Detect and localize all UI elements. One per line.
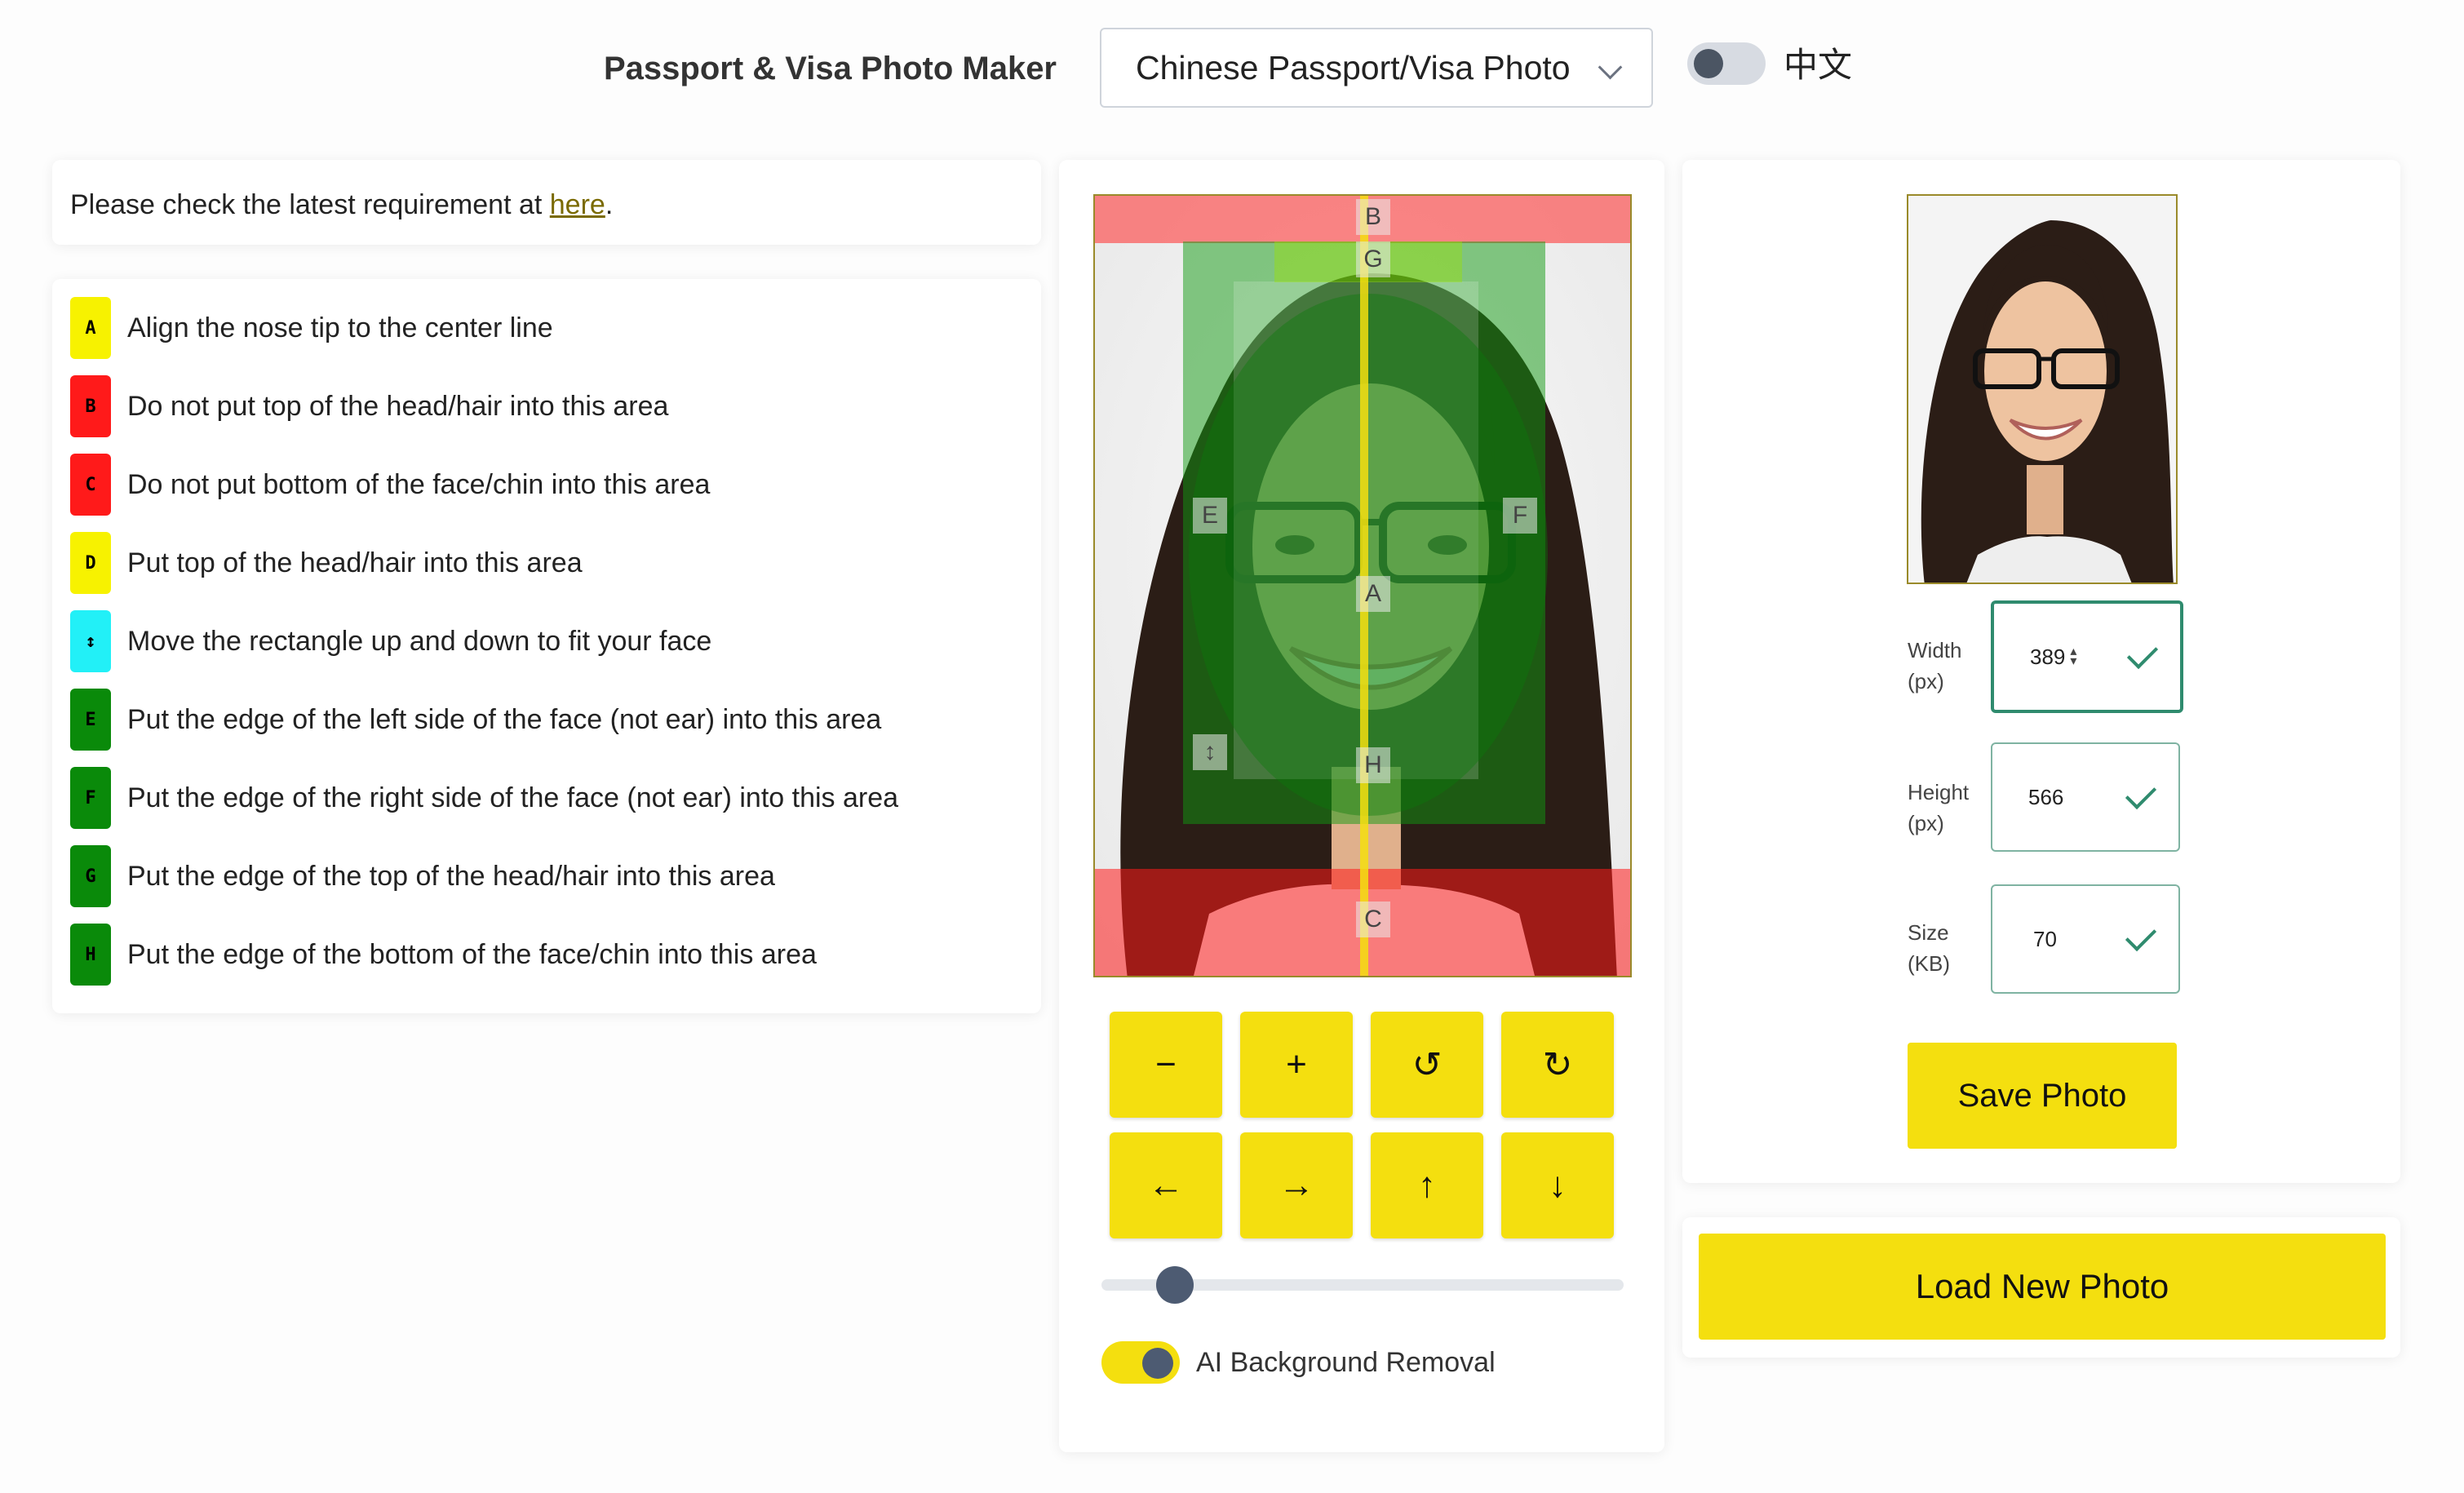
move-down-button[interactable]: ↓ <box>1501 1132 1614 1238</box>
legend-item: G Put the edge of the top of the head/hai… <box>70 844 775 909</box>
overlay-label-g: G <box>1356 241 1390 277</box>
legend-item: A Align the nose tip to the center line <box>70 295 553 361</box>
load-new-photo-button[interactable]: Load New Photo <box>1699 1234 2386 1340</box>
rotate-left-button[interactable]: ↺ <box>1371 1012 1483 1118</box>
move-left-button[interactable]: ← <box>1110 1132 1222 1238</box>
move-right-button[interactable]: → <box>1240 1132 1353 1238</box>
legend-text: Put the edge of the top of the head/hair… <box>127 860 775 892</box>
overlay-label-f: F <box>1503 498 1537 534</box>
legend-item: F Put the edge of the right side of the f… <box>70 765 898 831</box>
legend-badge: A <box>70 297 111 359</box>
move-handle-icon[interactable]: ↕ <box>1193 734 1227 770</box>
legend-text: Do not put bottom of the face/chin into … <box>127 468 711 500</box>
zoom-in-button[interactable]: + <box>1240 1012 1353 1118</box>
zoom-out-button[interactable]: − <box>1110 1012 1222 1118</box>
size-input[interactable]: 70 <box>1991 884 2180 994</box>
legend-item: ↕ Move the rectangle up and down to fit y… <box>70 609 711 674</box>
height-label: Height (px) <box>1908 780 1970 835</box>
move-up-button[interactable]: ↑ <box>1371 1132 1483 1238</box>
size-label: Size (KB) <box>1908 920 1950 976</box>
overlay-label-b: B <box>1356 199 1390 235</box>
photo-type-value: Chinese Passport/Visa Photo <box>1136 48 1571 86</box>
legend-text: Put top of the head/hair into this area <box>127 547 583 578</box>
output-preview-image <box>1907 194 2178 584</box>
toggle-knob <box>1694 49 1723 78</box>
save-photo-button[interactable]: Save Photo <box>1908 1043 2177 1149</box>
ai-background-label: AI Background Removal <box>1196 1347 1496 1378</box>
language-label: 中文 <box>1784 46 1853 84</box>
photo-editor-canvas[interactable]: B G E F A ↕ H C <box>1093 194 1632 977</box>
check-icon <box>2126 637 2159 670</box>
legend-item: B Do not put top of the head/hair into th… <box>70 374 668 439</box>
legend-item: D Put top of the head/hair into this area <box>70 530 583 596</box>
check-icon <box>2125 919 2157 952</box>
legend-item: E Put the edge of the left side of the fa… <box>70 687 881 752</box>
legend-item: H Put the edge of the bottom of the face/… <box>70 922 817 987</box>
overlay-label-c: C <box>1356 902 1390 937</box>
photo-type-select[interactable]: Chinese Passport/Visa Photo <box>1100 28 1653 108</box>
legend-badge: F <box>70 767 111 829</box>
requirement-notice: Please check the latest requirement at h… <box>70 189 614 220</box>
toggle-knob <box>1142 1348 1173 1379</box>
overlay-label-e: E <box>1193 498 1227 534</box>
zoom-slider-thumb[interactable] <box>1155 1266 1194 1304</box>
legend-badge: B <box>70 375 111 437</box>
height-value: 566 <box>2028 784 2064 809</box>
legend-text: Put the edge of the left side of the fac… <box>127 703 882 735</box>
legend-badge: C <box>70 454 111 516</box>
legend-text: Move the rectangle up and down to fit yo… <box>127 625 712 657</box>
size-value: 70 <box>2033 926 2057 951</box>
legend-text: Align the nose tip to the center line <box>127 312 553 343</box>
overlay-label-a: A <box>1356 576 1390 612</box>
spinner-icon[interactable]: ▴ ▾ <box>2070 645 2076 668</box>
check-icon <box>2125 778 2157 810</box>
legend-badge: ↕ <box>70 610 111 672</box>
legend-item: C Do not put bottom of the face/chin into… <box>70 452 710 517</box>
app-title: Passport & Visa Photo Maker <box>604 51 1057 86</box>
legend-text: Put the edge of the right side of the fa… <box>127 782 899 813</box>
legend-text: Put the edge of the bottom of the face/c… <box>127 938 817 970</box>
ai-background-toggle[interactable] <box>1101 1341 1180 1384</box>
width-label: Width (px) <box>1908 638 1962 693</box>
legend-badge: D <box>70 532 111 594</box>
preview-svg <box>1908 196 2176 583</box>
legend-text: Do not put top of the head/hair into thi… <box>127 390 669 422</box>
legend-badge: E <box>70 689 111 751</box>
width-value: 389 <box>2030 644 2066 669</box>
chevron-down-icon <box>1598 55 1623 80</box>
requirement-link[interactable]: here <box>550 189 605 220</box>
legend-badge: G <box>70 845 111 907</box>
overlay-label-h: H <box>1356 747 1390 783</box>
language-toggle[interactable] <box>1687 42 1766 85</box>
height-input[interactable]: 566 <box>1991 742 2180 852</box>
legend-badge: H <box>70 924 111 986</box>
width-input[interactable]: 389 ▴ ▾ <box>1991 600 2183 713</box>
rotate-right-button[interactable]: ↻ <box>1501 1012 1614 1118</box>
